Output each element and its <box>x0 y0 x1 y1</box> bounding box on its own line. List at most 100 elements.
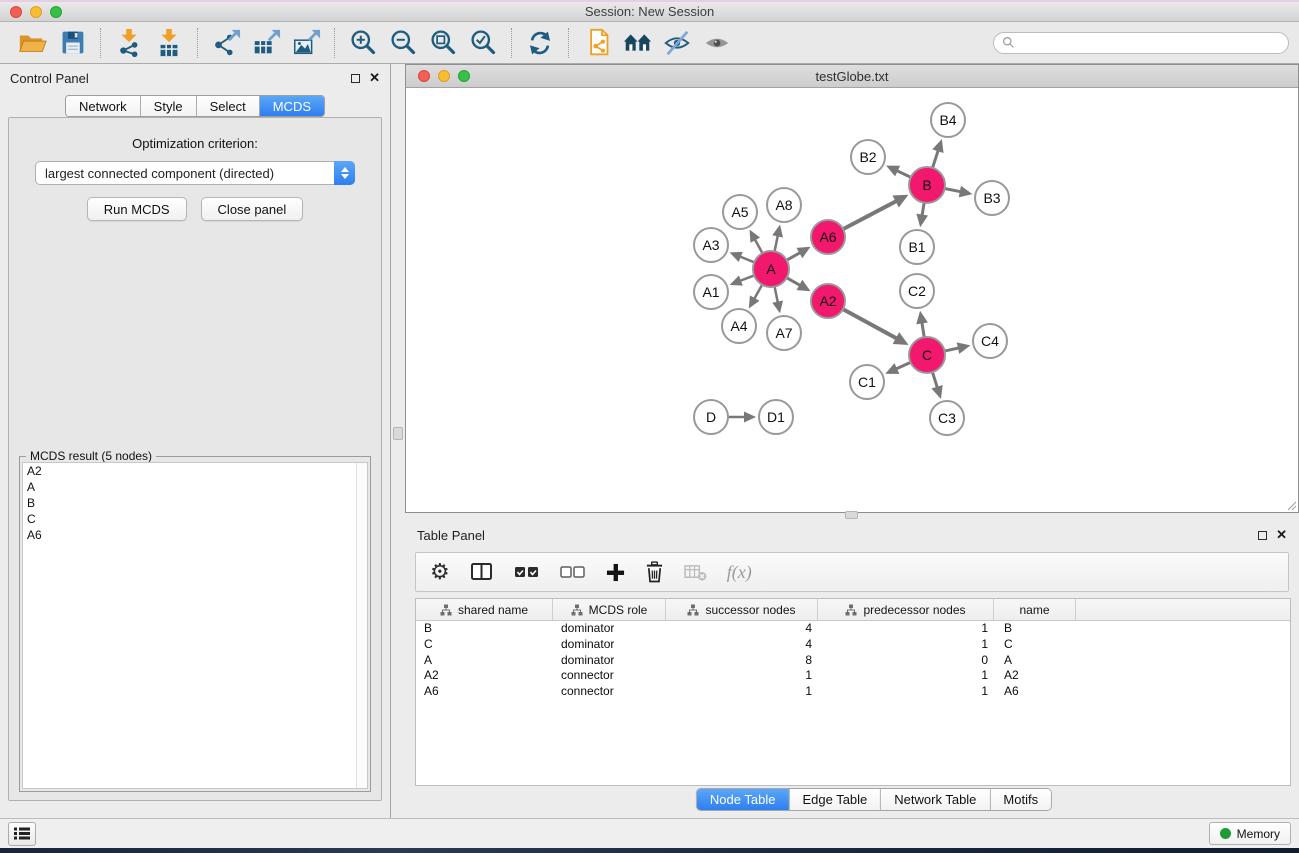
memory-button[interactable]: Memory <box>1209 822 1291 845</box>
edge-A-A7[interactable] <box>775 287 778 304</box>
node-A8[interactable]: A8 <box>767 188 801 222</box>
network-canvas[interactable]: B4B2BB3A8A5A6A3B1AA1C2A2A4A7C4CC1C3DD1 <box>406 88 1298 512</box>
result-item[interactable]: A <box>23 479 367 495</box>
edge-A-A8[interactable] <box>775 234 778 251</box>
table-row[interactable]: A6connector11A6 <box>416 684 1290 700</box>
split-view-icon[interactable] <box>470 557 494 587</box>
node-B[interactable]: B <box>909 167 945 203</box>
tab-style[interactable]: Style <box>141 96 197 116</box>
tab-network[interactable]: Network <box>66 96 141 116</box>
horizontal-splitter-handle[interactable] <box>845 511 858 519</box>
first-neighbors-icon[interactable] <box>617 25 657 61</box>
close-table-panel-icon[interactable]: ✕ <box>1276 530 1287 540</box>
resize-grip-icon[interactable] <box>1285 499 1297 511</box>
show-all-icon[interactable] <box>697 25 737 61</box>
node-D[interactable]: D <box>694 400 728 434</box>
node-A4[interactable]: A4 <box>722 309 756 343</box>
edge-A6-B[interactable] <box>843 201 897 230</box>
edge-A-A5[interactable] <box>754 238 762 253</box>
vertical-splitter-handle[interactable] <box>393 427 403 440</box>
result-item[interactable]: C <box>23 511 367 527</box>
export-table-icon[interactable] <box>246 25 286 61</box>
column-header-name[interactable]: name <box>994 599 1076 620</box>
criterion-dropdown[interactable]: largest connected component (directed) <box>35 161 355 185</box>
export-image-icon[interactable] <box>286 25 326 61</box>
column-header-MCDS-role[interactable]: MCDS role <box>553 599 666 620</box>
node-B4[interactable]: B4 <box>931 103 965 137</box>
table-row[interactable]: Adominator80A <box>416 653 1290 669</box>
search-input[interactable] <box>1015 36 1280 50</box>
node-D1[interactable]: D1 <box>759 400 793 434</box>
settings-icon[interactable]: ⚙ <box>430 557 450 587</box>
edge-C-C4[interactable] <box>945 348 960 351</box>
edge-B-B4[interactable] <box>933 149 939 168</box>
table-row[interactable]: A2connector11A2 <box>416 668 1290 684</box>
edge-B-B1[interactable] <box>922 203 924 217</box>
edge-C-C3[interactable] <box>932 372 937 388</box>
tab-select[interactable]: Select <box>197 96 260 116</box>
node-A1[interactable]: A1 <box>694 275 728 309</box>
node-A7[interactable]: A7 <box>767 316 801 350</box>
column-header-successor-nodes[interactable]: successor nodes <box>666 599 818 620</box>
add-column-icon[interactable] <box>606 557 625 587</box>
network-window-titlebar[interactable]: testGlobe.txt <box>406 65 1298 88</box>
node-B2[interactable]: B2 <box>851 140 885 174</box>
deselect-all-icon[interactable] <box>560 557 586 587</box>
node-C2[interactable]: C2 <box>900 274 934 308</box>
zoom-window-button[interactable] <box>50 6 62 18</box>
node-C3[interactable]: C3 <box>930 401 964 435</box>
edge-C-C1[interactable] <box>895 362 910 369</box>
node-C[interactable]: C <box>909 337 945 373</box>
zoom-in-icon[interactable] <box>343 25 383 61</box>
export-network-icon[interactable] <box>206 25 246 61</box>
node-A3[interactable]: A3 <box>694 228 728 262</box>
table-row[interactable]: Cdominator41C <box>416 637 1290 653</box>
close-panel-button[interactable]: Close panel <box>201 197 304 221</box>
node-B1[interactable]: B1 <box>900 230 934 264</box>
edge-A-A1[interactable] <box>739 275 754 281</box>
zoom-out-icon[interactable] <box>383 25 423 61</box>
float-table-panel-icon[interactable] <box>1258 531 1267 540</box>
node-C1[interactable]: C1 <box>850 365 884 399</box>
edge-A-A6[interactable] <box>787 252 801 260</box>
minimize-window-button[interactable] <box>30 6 42 18</box>
tab-node-table[interactable]: Node Table <box>697 789 790 810</box>
tab-mcds[interactable]: MCDS <box>260 96 324 116</box>
node-A5[interactable]: A5 <box>723 195 757 229</box>
result-scrollbar[interactable] <box>356 463 367 788</box>
column-header-predecessor-nodes[interactable]: predecessor nodes <box>818 599 994 620</box>
tab-motifs[interactable]: Motifs <box>990 789 1051 810</box>
import-table-icon[interactable] <box>149 25 189 61</box>
network-zoom-button[interactable] <box>458 70 470 82</box>
tab-edge-table[interactable]: Edge Table <box>789 789 881 810</box>
tab-network-table[interactable]: Network Table <box>881 789 990 810</box>
node-B3[interactable]: B3 <box>975 181 1009 215</box>
edge-A-A3[interactable] <box>739 256 754 262</box>
import-network-icon[interactable] <box>109 25 149 61</box>
edge-B-B2[interactable] <box>896 170 911 177</box>
column-header-shared-name[interactable]: shared name <box>416 599 553 620</box>
select-all-icon[interactable] <box>514 557 540 587</box>
edge-A2-C[interactable] <box>843 309 898 339</box>
close-panel-icon[interactable]: ✕ <box>369 73 380 83</box>
delete-column-icon[interactable] <box>645 557 664 587</box>
zoom-fit-icon[interactable] <box>423 25 463 61</box>
edge-A-A4[interactable] <box>754 285 763 300</box>
table-row[interactable]: Bdominator41B <box>416 621 1290 637</box>
open-file-icon[interactable] <box>12 25 52 61</box>
task-history-button[interactable] <box>8 822 36 846</box>
new-network-from-selection-icon[interactable] <box>577 25 617 61</box>
hide-selected-icon[interactable] <box>657 25 697 61</box>
node-A2[interactable]: A2 <box>811 284 845 318</box>
result-item[interactable]: B <box>23 495 367 511</box>
result-item[interactable]: A6 <box>23 527 367 543</box>
network-minimize-button[interactable] <box>438 70 450 82</box>
float-panel-icon[interactable] <box>351 74 360 83</box>
result-item[interactable]: A2 <box>23 463 367 479</box>
run-mcds-button[interactable]: Run MCDS <box>87 197 187 221</box>
close-window-button[interactable] <box>10 6 22 18</box>
edge-C-C2[interactable] <box>922 321 924 337</box>
refresh-icon[interactable] <box>520 25 560 61</box>
node-C4[interactable]: C4 <box>973 324 1007 358</box>
network-close-button[interactable] <box>418 70 430 82</box>
